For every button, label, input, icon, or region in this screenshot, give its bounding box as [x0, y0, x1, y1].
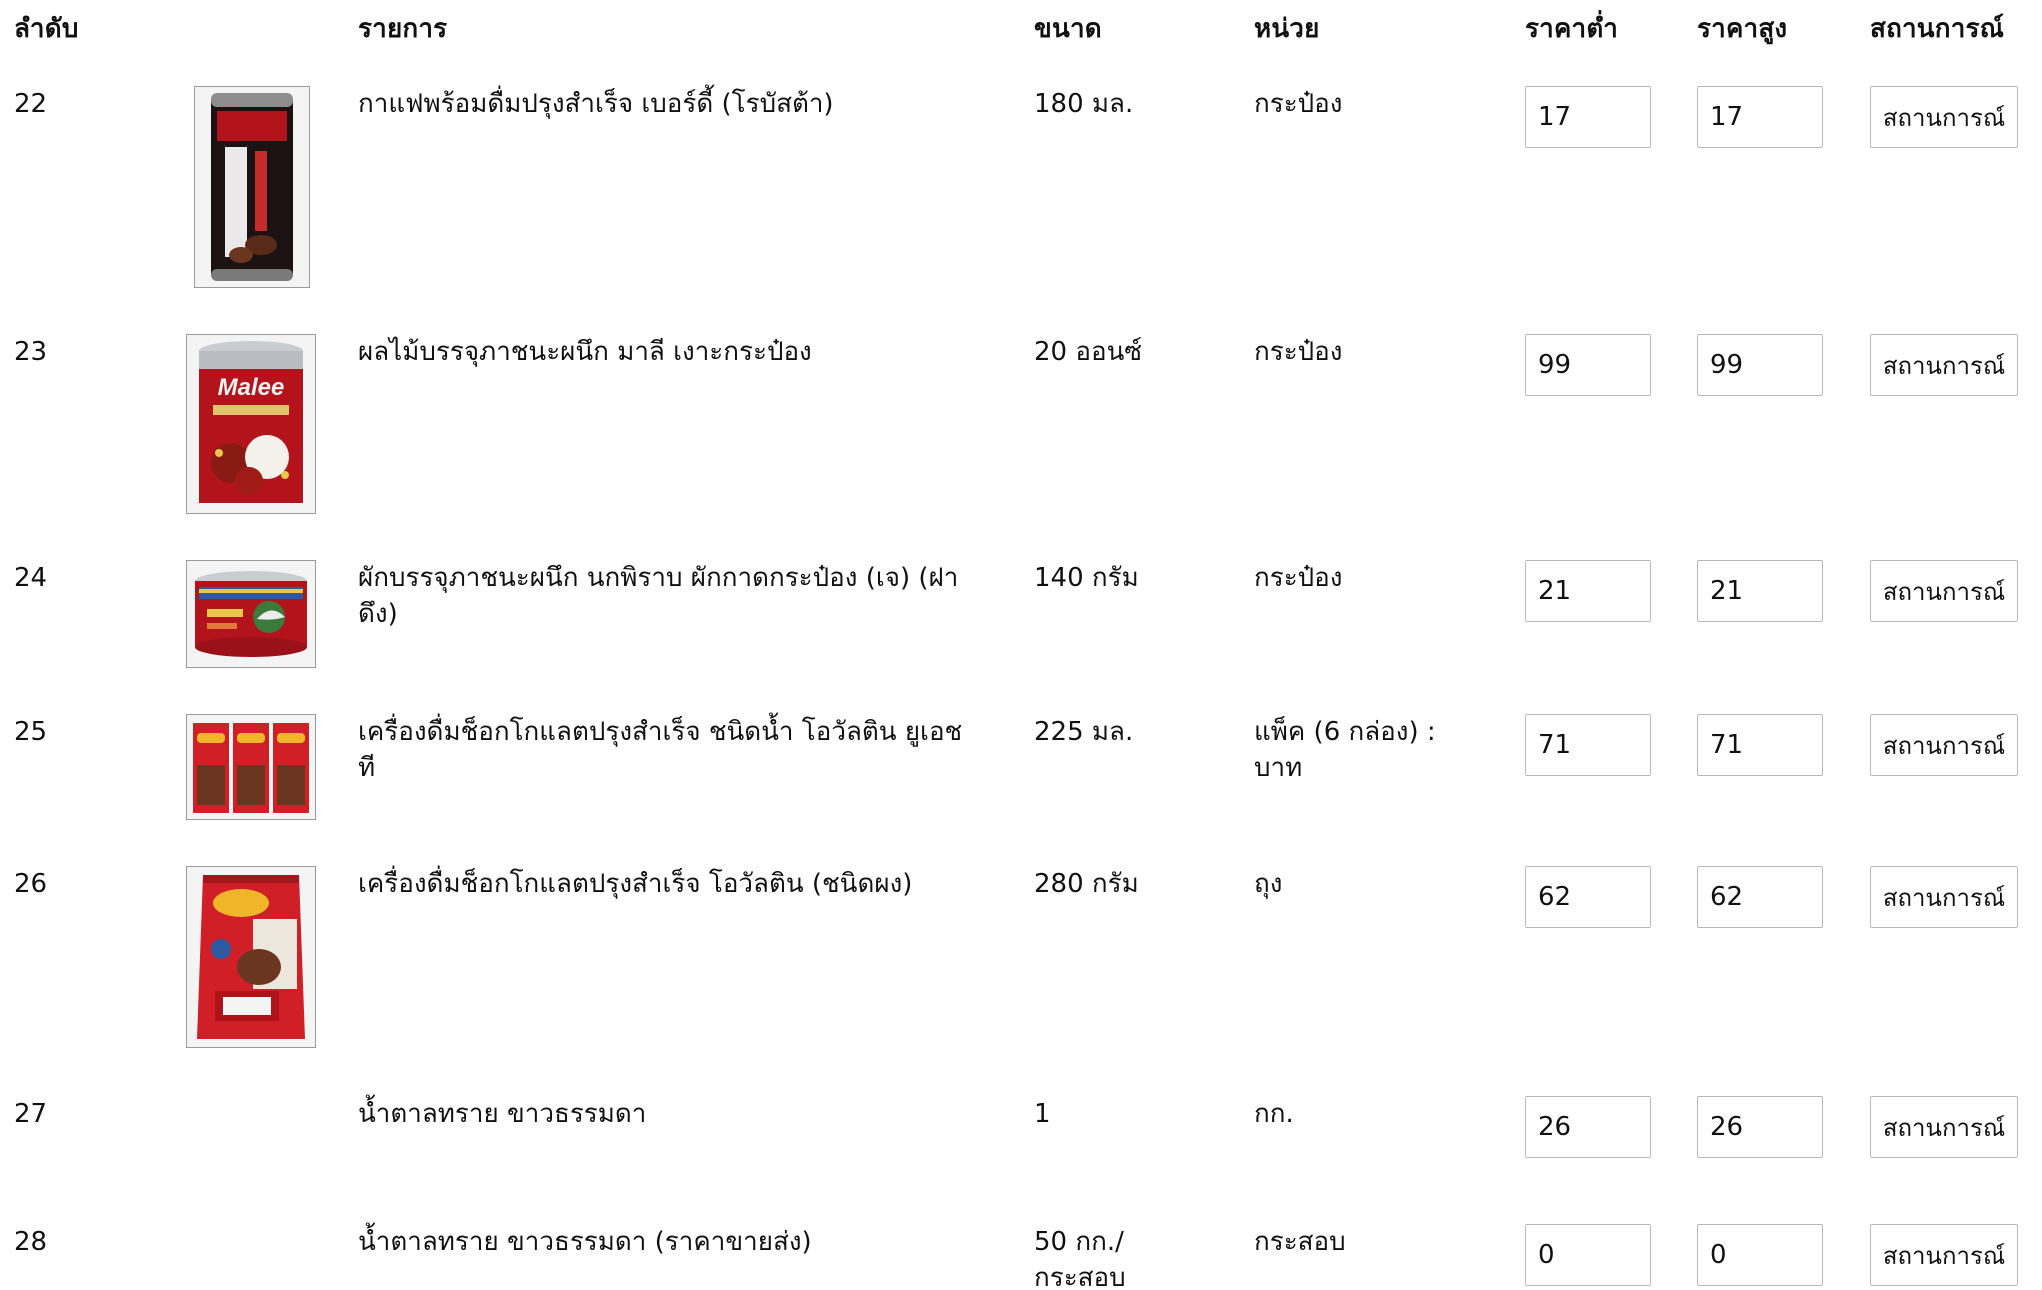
header-item: รายการ — [358, 14, 448, 44]
item-name: ผักบรรจุภาชนะผนึก นกพิราบ ผักกาดกระป๋อง … — [358, 563, 959, 629]
coffee-can-image — [194, 86, 310, 288]
price-high-input[interactable] — [1697, 714, 1823, 776]
item-name: น้ำตาลทราย ขาวธรรมดา — [358, 1099, 647, 1129]
status-button[interactable]: สถานการณ์ — [1870, 1096, 2018, 1158]
status-button[interactable]: สถานการณ์ — [1870, 560, 2018, 622]
row-index: 27 — [14, 1099, 48, 1129]
item-unit: ถุง — [1254, 869, 1283, 899]
header-status: สถานการณ์ — [1870, 14, 2005, 44]
status-button[interactable]: สถานการณ์ — [1870, 714, 2018, 776]
header-index: ลำดับ — [14, 14, 79, 44]
header-price-low: ราคาต่ำ — [1525, 14, 1619, 44]
price-low-input[interactable] — [1525, 334, 1651, 396]
item-size: 140 กรัม — [1034, 563, 1139, 593]
row-index: 24 — [14, 563, 48, 593]
item-name: ผลไม้บรรจุภาชนะผนึก มาลี เงาะกระป๋อง — [358, 337, 812, 367]
item-size: 20 ออนซ์ — [1034, 337, 1142, 367]
item-unit: กระป๋อง — [1254, 337, 1343, 367]
status-button[interactable]: สถานการณ์ — [1870, 334, 2018, 396]
item-unit: กระป๋อง — [1254, 89, 1343, 119]
price-low-input[interactable] — [1525, 714, 1651, 776]
price-low-input[interactable] — [1525, 560, 1651, 622]
status-button[interactable]: สถานการณ์ — [1870, 86, 2018, 148]
pigeon-can-image — [186, 560, 316, 668]
price-low-input[interactable] — [1525, 1096, 1651, 1158]
header-unit: หน่วย — [1254, 14, 1320, 44]
price-low-input[interactable] — [1525, 86, 1651, 148]
item-unit: กก. — [1254, 1099, 1294, 1129]
price-high-input[interactable] — [1697, 334, 1823, 396]
rambutan-can-image: Malee — [186, 334, 316, 514]
item-unit: กระสอบ — [1254, 1227, 1346, 1257]
item-name: กาแฟพร้อมดื่มปรุงสำเร็จ เบอร์ดี้ (โรบัสต… — [358, 89, 834, 119]
item-size: 280 กรัม — [1034, 869, 1139, 899]
header-size: ขนาด — [1034, 14, 1102, 44]
item-unit: แพ็ค (6 กล่อง) : บาท — [1254, 717, 1436, 783]
item-unit: กระป๋อง — [1254, 563, 1343, 593]
price-low-input[interactable] — [1525, 866, 1651, 928]
row-index: 26 — [14, 869, 48, 899]
price-high-input[interactable] — [1697, 1224, 1823, 1286]
header-price-high: ราคาสูง — [1697, 14, 1788, 44]
price-low-input[interactable] — [1525, 1224, 1651, 1286]
powder-bag-image — [186, 866, 316, 1048]
item-size: 50 กก./กระสอบ — [1034, 1227, 1126, 1290]
row-index: 25 — [14, 717, 48, 747]
status-button[interactable]: สถานการณ์ — [1870, 1224, 2018, 1286]
status-button[interactable]: สถานการณ์ — [1870, 866, 2018, 928]
item-size: 180 มล. — [1034, 89, 1134, 119]
uht-pack-image — [186, 714, 316, 820]
svg-text:Malee: Malee — [218, 374, 285, 401]
price-table: ลำดับ รายการ ขนาด หน่วย ราคาต่ำ ราคาสูง … — [0, 0, 2042, 1290]
row-index: 23 — [14, 337, 48, 367]
row-index: 22 — [14, 89, 48, 119]
price-high-input[interactable] — [1697, 1096, 1823, 1158]
item-name: น้ำตาลทราย ขาวธรรมดา (ราคาขายส่ง) — [358, 1227, 812, 1257]
price-high-input[interactable] — [1697, 866, 1823, 928]
price-high-input[interactable] — [1697, 86, 1823, 148]
price-high-input[interactable] — [1697, 560, 1823, 622]
item-size: 225 มล. — [1034, 717, 1134, 747]
row-index: 28 — [14, 1227, 48, 1257]
item-name: เครื่องดื่มช็อกโกแลตปรุงสำเร็จ โอวัลติน … — [358, 869, 913, 899]
item-size: 1 — [1034, 1099, 1051, 1129]
item-name: เครื่องดื่มช็อกโกแลตปรุงสำเร็จ ชนิดน้ำ โ… — [358, 717, 963, 783]
